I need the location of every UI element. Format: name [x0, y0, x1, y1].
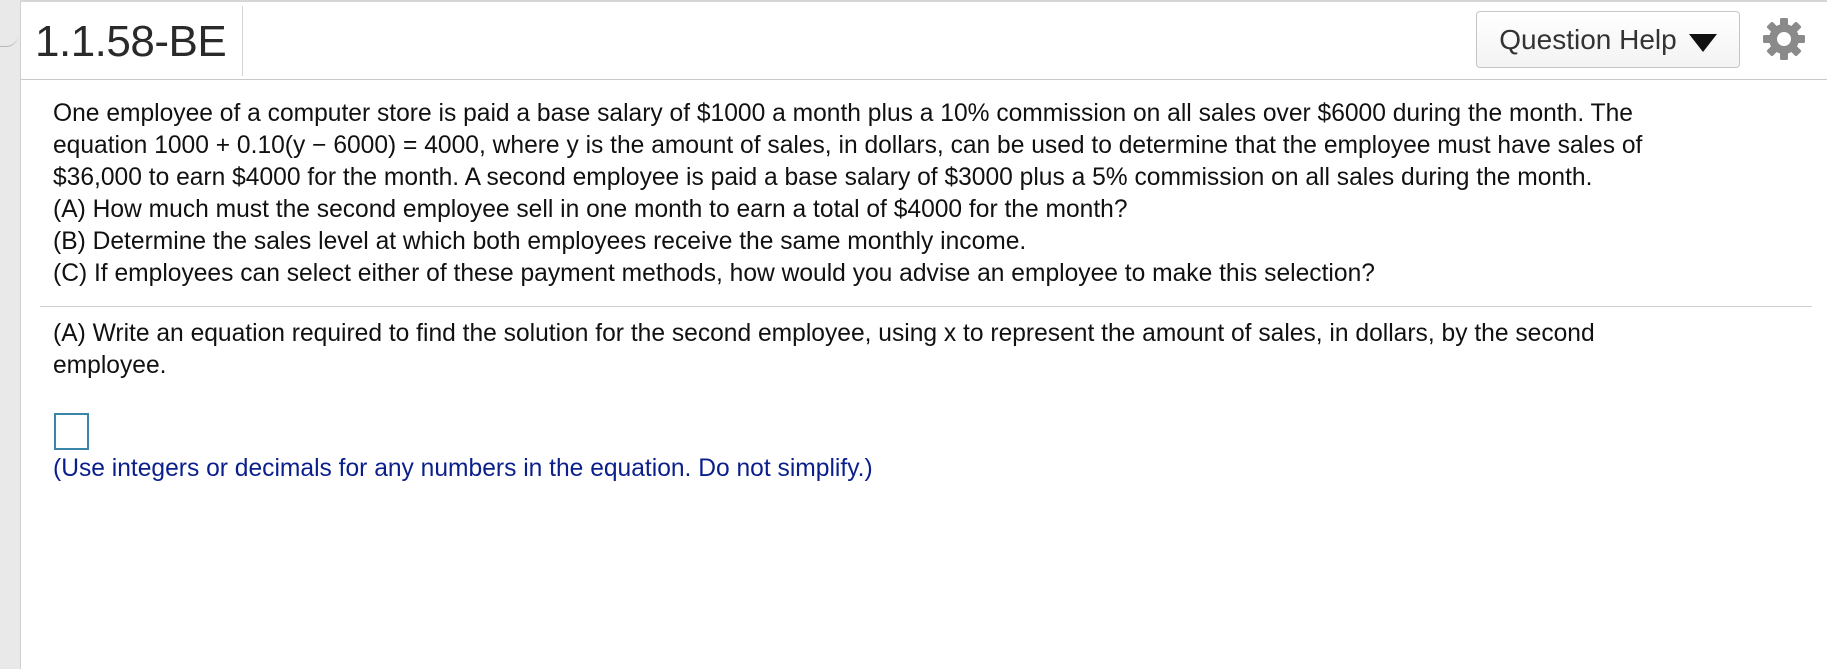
- problem-statement: One employee of a computer store is paid…: [53, 98, 1793, 290]
- question-prompt-line-2: employee.: [53, 352, 167, 379]
- page: 1.1.58-BE Question Help One employee of …: [0, 0, 1827, 669]
- problem-line-1: One employee of a computer store is paid…: [53, 100, 1633, 127]
- question-help-label: Question Help: [1499, 23, 1677, 55]
- problem-part-c: (C) If employees can select either of th…: [53, 260, 1375, 287]
- problem-part-b: (B) Determine the sales level at which b…: [53, 228, 1027, 255]
- question-prompt: (A) Write an equation required to find t…: [53, 318, 1753, 382]
- answer-input[interactable]: [54, 413, 89, 450]
- question-prompt-line-1: (A) Write an equation required to find t…: [53, 320, 1595, 347]
- rail-corner: [0, 0, 18, 47]
- question-help-button[interactable]: Question Help: [1476, 11, 1740, 68]
- header-divider: [242, 6, 243, 76]
- caret-down-icon: [1688, 33, 1717, 52]
- left-rail: [0, 0, 21, 669]
- problem-line-2: equation 1000 + 0.10(y − 6000) = 4000, w…: [53, 132, 1643, 159]
- section-divider: [40, 306, 1812, 307]
- problem-line-3: $36,000 to earn $4000 for the month. A s…: [53, 164, 1593, 191]
- problem-part-a: (A) How much must the second employee se…: [53, 196, 1128, 223]
- gear-icon[interactable]: [1761, 16, 1807, 62]
- answer-hint: (Use integers or decimals for any number…: [53, 455, 873, 482]
- question-id: 1.1.58-BE: [35, 17, 227, 66]
- question-header: 1.1.58-BE Question Help: [21, 2, 1827, 80]
